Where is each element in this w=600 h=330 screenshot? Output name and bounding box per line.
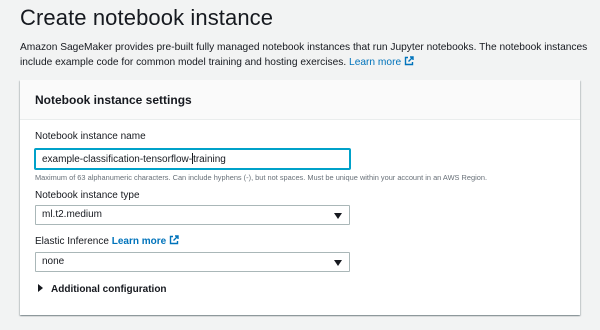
- caret-down-icon: [334, 213, 342, 219]
- instance-name-label: Notebook instance name: [35, 131, 146, 142]
- instance-name-value-a: example-classification-tensorflow-: [42, 154, 193, 165]
- elastic-inference-label: Elastic Inference Learn more: [35, 235, 179, 247]
- instance-name-input[interactable]: example-classification-tensorflow-traini…: [35, 149, 350, 169]
- page-title: Create notebook instance: [20, 5, 274, 30]
- instance-name-value-b: training: [193, 154, 226, 165]
- panel-header: Notebook instance settings: [20, 80, 580, 120]
- page: Create notebook instance Amazon SageMake…: [0, 0, 600, 330]
- external-link-icon: [169, 235, 179, 245]
- instance-type-value: ml.t2.medium: [42, 209, 103, 220]
- external-link-icon: [404, 56, 414, 66]
- notebook-settings-panel: Notebook instance settings Notebook inst…: [20, 80, 580, 315]
- learn-more-link[interactable]: Learn more: [349, 56, 414, 68]
- caret-right-icon: [38, 284, 43, 292]
- caret-down-icon: [334, 260, 342, 266]
- description-text: Amazon SageMaker provides pre-built full…: [20, 42, 588, 68]
- learn-more-label: Learn more: [349, 57, 402, 68]
- elastic-learn-more-label: Learn more: [111, 236, 167, 247]
- elastic-inference-value: none: [42, 256, 65, 267]
- additional-configuration-toggle[interactable]: Additional configuration: [38, 284, 167, 295]
- elastic-inference-text: Elastic Inference: [35, 236, 109, 247]
- elastic-learn-more-link[interactable]: Learn more: [111, 235, 179, 247]
- instance-name-hint: Maximum of 63 alphanumeric characters. C…: [35, 173, 488, 182]
- instance-type-label: Notebook instance type: [35, 190, 140, 201]
- additional-configuration-label: Additional configuration: [51, 284, 167, 295]
- instance-type-select[interactable]: ml.t2.medium: [35, 205, 350, 225]
- elastic-inference-select[interactable]: none: [35, 252, 350, 272]
- page-description: Amazon SageMaker provides pre-built full…: [20, 40, 595, 70]
- panel-title: Notebook instance settings: [35, 93, 192, 107]
